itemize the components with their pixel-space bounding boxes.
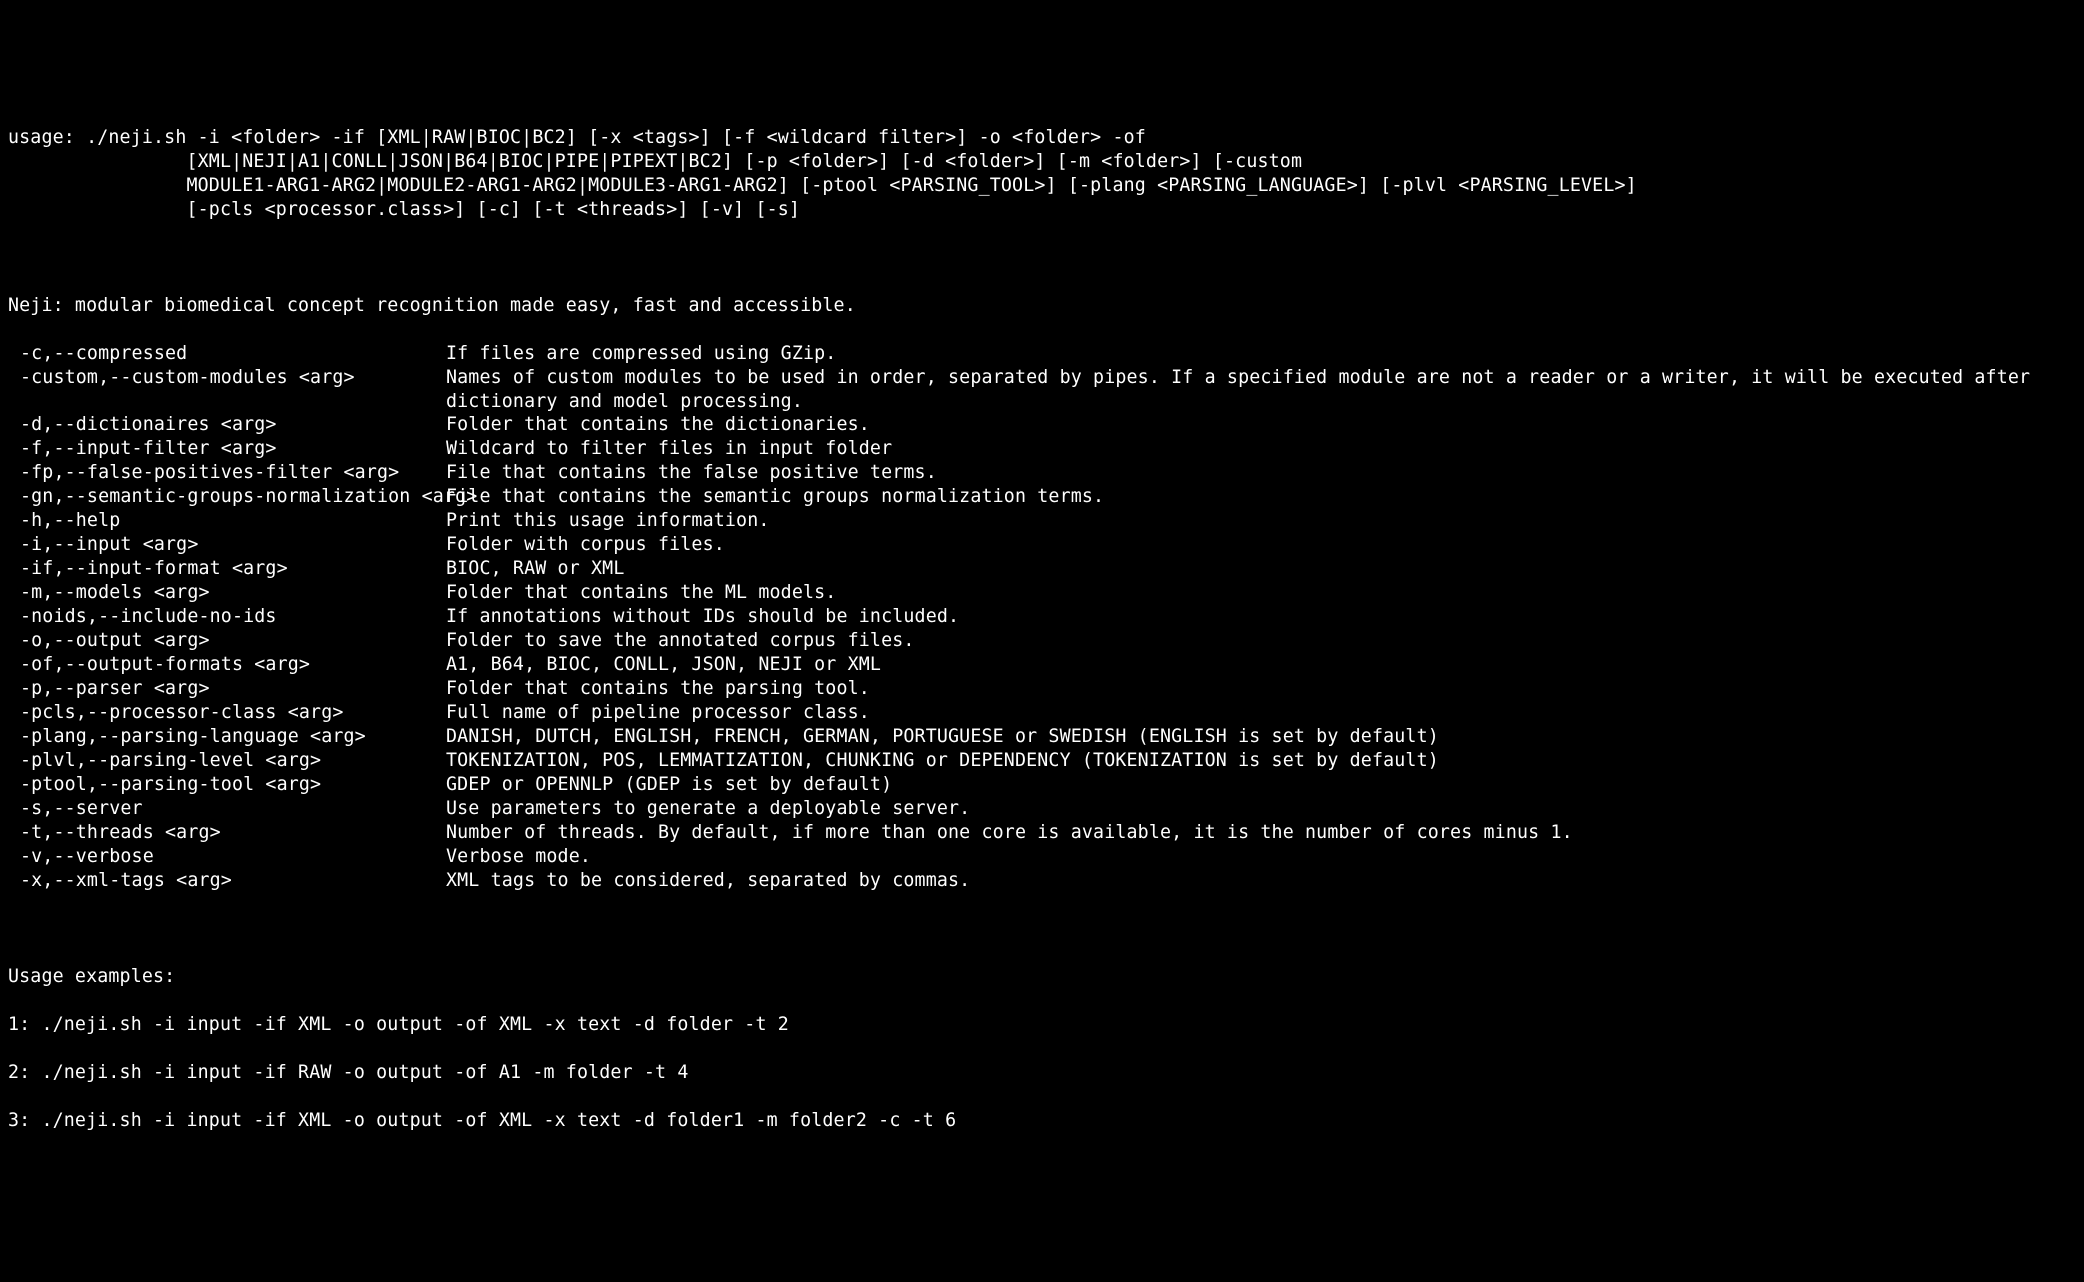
option-flag: -d,--dictionaires <arg> <box>8 413 446 437</box>
option-description: Number of threads. By default, if more t… <box>446 821 2076 845</box>
option-description: Folder that contains the dictionaries. <box>446 413 2076 437</box>
option-description: DANISH, DUTCH, ENGLISH, FRENCH, GERMAN, … <box>446 725 2076 749</box>
option-flag: -fp,--false-positives-filter <arg> <box>8 461 446 485</box>
usage-line: MODULE1-ARG1-ARG2|MODULE2-ARG1-ARG2|MODU… <box>187 175 1637 196</box>
option-description: If annotations without IDs should be inc… <box>446 605 2076 629</box>
option-flag: -custom,--custom-modules <arg> <box>8 366 446 414</box>
option-row: -fp,--false-positives-filter <arg>File t… <box>8 461 2076 485</box>
option-flag: -plang,--parsing-language <arg> <box>8 725 446 749</box>
option-flag: -x,--xml-tags <arg> <box>8 869 446 893</box>
option-row: -h,--helpPrint this usage information. <box>8 509 2076 533</box>
option-description: BIOC, RAW or XML <box>446 557 2076 581</box>
example-line: 2: ./neji.sh -i input -if RAW -o output … <box>8 1061 2076 1085</box>
examples-heading: Usage examples: <box>8 965 2076 989</box>
option-flag: -noids,--include-no-ids <box>8 605 446 629</box>
option-row: -if,--input-format <arg>BIOC, RAW or XML <box>8 557 2076 581</box>
option-row: -v,--verboseVerbose mode. <box>8 845 2076 869</box>
option-flag: -c,--compressed <box>8 342 446 366</box>
option-description: GDEP or OPENNLP (GDEP is set by default) <box>446 773 2076 797</box>
option-row: -c,--compressedIf files are compressed u… <box>8 342 2076 366</box>
usage-line: [XML|NEJI|A1|CONLL|JSON|B64|BIOC|PIPE|PI… <box>187 151 1303 172</box>
option-flag: -ptool,--parsing-tool <arg> <box>8 773 446 797</box>
option-row: -custom,--custom-modules <arg>Names of c… <box>8 366 2076 414</box>
usage-indent <box>8 175 187 196</box>
option-row: -of,--output-formats <arg>A1, B64, BIOC,… <box>8 653 2076 677</box>
option-row: -m,--models <arg>Folder that contains th… <box>8 581 2076 605</box>
option-flag: -if,--input-format <arg> <box>8 557 446 581</box>
option-description: Folder to save the annotated corpus file… <box>446 629 2076 653</box>
option-description: Folder that contains the parsing tool. <box>446 677 2076 701</box>
option-flag: -plvl,--parsing-level <arg> <box>8 749 446 773</box>
option-flag: -v,--verbose <box>8 845 446 869</box>
option-flag: -f,--input-filter <arg> <box>8 437 446 461</box>
blank-line <box>8 917 2076 941</box>
option-description: Print this usage information. <box>446 509 2076 533</box>
usage-line: ./neji.sh -i <folder> -if [XML|RAW|BIOC|… <box>86 127 1146 148</box>
option-row: -s,--serverUse parameters to generate a … <box>8 797 2076 821</box>
option-description: XML tags to be considered, separated by … <box>446 869 2076 893</box>
option-description: A1, B64, BIOC, CONLL, JSON, NEJI or XML <box>446 653 2076 677</box>
option-description: File that contains the false positive te… <box>446 461 2076 485</box>
option-description: Use parameters to generate a deployable … <box>446 797 2076 821</box>
option-description: Verbose mode. <box>446 845 2076 869</box>
option-description: Full name of pipeline processor class. <box>446 701 2076 725</box>
option-description: TOKENIZATION, POS, LEMMATIZATION, CHUNKI… <box>446 749 2076 773</box>
option-flag: -m,--models <arg> <box>8 581 446 605</box>
option-row: -plvl,--parsing-level <arg>TOKENIZATION,… <box>8 749 2076 773</box>
usage-block: usage: ./neji.sh -i <folder> -if [XML|RA… <box>8 126 2076 222</box>
option-description: If files are compressed using GZip. <box>446 342 2076 366</box>
option-flag: -s,--server <box>8 797 446 821</box>
usage-indent <box>8 199 187 220</box>
option-flag: -t,--threads <arg> <box>8 821 446 845</box>
option-flag: -p,--parser <arg> <box>8 677 446 701</box>
option-row: -d,--dictionaires <arg>Folder that conta… <box>8 413 2076 437</box>
terminal-output: usage: ./neji.sh -i <folder> -if [XML|RA… <box>8 102 2076 1157</box>
options-list: -c,--compressedIf files are compressed u… <box>8 342 2076 893</box>
option-row: -plang,--parsing-language <arg>DANISH, D… <box>8 725 2076 749</box>
option-row: -x,--xml-tags <arg>XML tags to be consid… <box>8 869 2076 893</box>
option-row: -gn,--semantic-groups-normalization <arg… <box>8 485 2076 509</box>
option-row: -ptool,--parsing-tool <arg>GDEP or OPENN… <box>8 773 2076 797</box>
option-row: -p,--parser <arg>Folder that contains th… <box>8 677 2076 701</box>
option-description: Folder that contains the ML models. <box>446 581 2076 605</box>
option-flag: -of,--output-formats <arg> <box>8 653 446 677</box>
option-description: Names of custom modules to be used in or… <box>446 366 2076 414</box>
option-flag: -h,--help <box>8 509 446 533</box>
option-flag: -gn,--semantic-groups-normalization <arg… <box>8 485 446 509</box>
example-line: 3: ./neji.sh -i input -if XML -o output … <box>8 1109 2076 1133</box>
option-row: -pcls,--processor-class <arg>Full name o… <box>8 701 2076 725</box>
option-row: -i,--input <arg>Folder with corpus files… <box>8 533 2076 557</box>
option-row: -f,--input-filter <arg>Wildcard to filte… <box>8 437 2076 461</box>
option-row: -o,--output <arg>Folder to save the anno… <box>8 629 2076 653</box>
usage-prefix: usage: <box>8 127 86 148</box>
option-row: -noids,--include-no-idsIf annotations wi… <box>8 605 2076 629</box>
example-line: 1: ./neji.sh -i input -if XML -o output … <box>8 1013 2076 1037</box>
option-flag: -o,--output <arg> <box>8 629 446 653</box>
option-description: Wildcard to filter files in input folder <box>446 437 2076 461</box>
option-description: Folder with corpus files. <box>446 533 2076 557</box>
description-line: Neji: modular biomedical concept recogni… <box>8 294 2076 318</box>
usage-line: [-pcls <processor.class>] [-c] [-t <thre… <box>187 199 801 220</box>
usage-indent <box>8 151 187 172</box>
option-description: File that contains the semantic groups n… <box>446 485 2076 509</box>
blank-line <box>8 246 2076 270</box>
option-row: -t,--threads <arg>Number of threads. By … <box>8 821 2076 845</box>
option-flag: -pcls,--processor-class <arg> <box>8 701 446 725</box>
option-flag: -i,--input <arg> <box>8 533 446 557</box>
